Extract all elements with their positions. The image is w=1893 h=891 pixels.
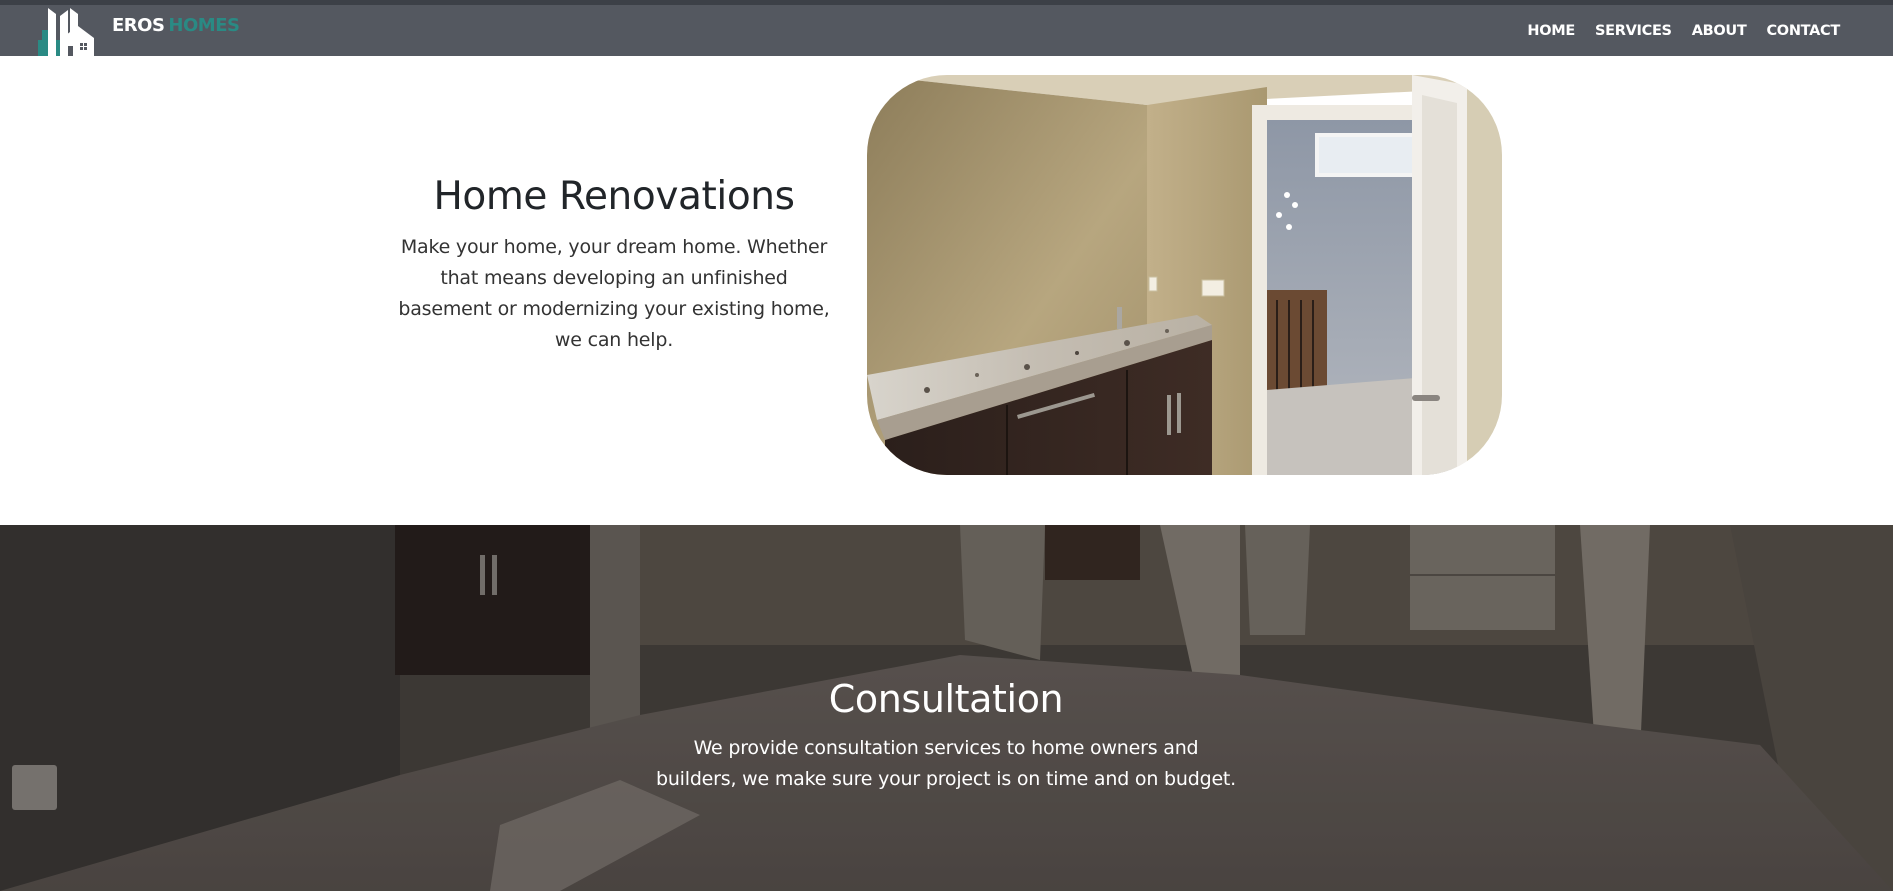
nav-about-link[interactable]: ABOUT	[1692, 23, 1747, 39]
renovations-description: Make your home, your dream home. Whether…	[398, 236, 830, 351]
house-skyline-icon	[38, 8, 94, 56]
nav-services-link[interactable]: SERVICES	[1595, 23, 1672, 39]
brand-logo-link[interactable]: EROS HOMES	[38, 5, 240, 57]
main-nav: HOME SERVICES ABOUT CONTACT	[1527, 5, 1840, 57]
nav-contact-link[interactable]: CONTACT	[1766, 23, 1840, 39]
brand-name-homes: HOMES	[168, 14, 240, 36]
renovations-section: Home Renovations Make your home, your dr…	[0, 56, 1893, 525]
renovations-text-block: Home Renovations Make your home, your dr…	[393, 174, 835, 356]
nav-home-link[interactable]: HOME	[1527, 23, 1575, 39]
bathroom-vanity-photo	[867, 75, 1502, 475]
consultation-title: Consultation	[828, 677, 1064, 721]
consultation-description: We provide consultation services to home…	[655, 737, 1237, 790]
renovations-title: Home Renovations	[433, 174, 795, 219]
brand-name-eros: EROS	[112, 14, 165, 36]
brand-name: EROS HOMES	[112, 14, 240, 36]
consultation-text-block: Consultation We provide consultation ser…	[596, 677, 1296, 795]
consultation-section: Consultation We provide consultation ser…	[0, 525, 1893, 891]
navbar: EROS HOMES HOME SERVICES ABOUT CONTACT	[0, 0, 1893, 56]
